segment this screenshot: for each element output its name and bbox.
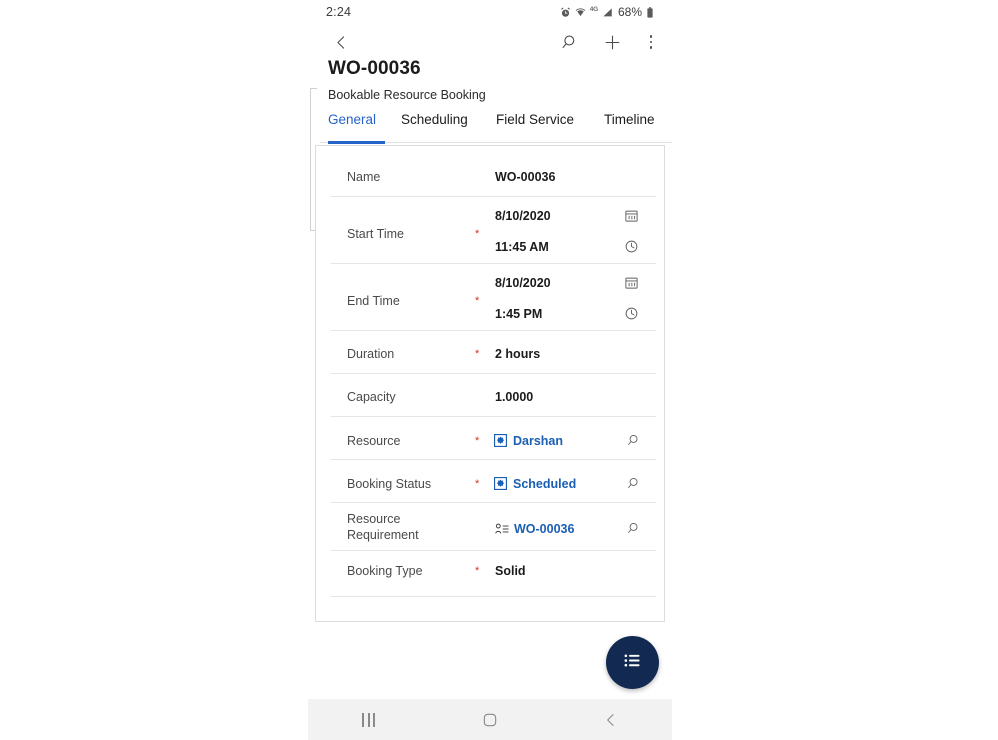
row-divider	[331, 596, 656, 597]
field-value-resource-requirement[interactable]: WO-00036	[514, 522, 574, 536]
list-menu-icon	[622, 650, 643, 676]
status-bar: 2:24 4G 68%	[308, 0, 672, 24]
tab-general[interactable]: General	[328, 112, 376, 142]
row-divider	[331, 502, 656, 503]
battery-percent: 68%	[617, 5, 642, 19]
field-value-duration: 2 hours	[495, 347, 541, 361]
clock-icon[interactable]	[624, 239, 639, 254]
field-label-end-time: End Time	[347, 294, 400, 308]
search-icon[interactable]	[627, 521, 642, 536]
tab-field-service[interactable]: Field Service	[496, 112, 574, 142]
field-label-resource-requirement-line1: Resource	[347, 512, 401, 526]
row-divider	[331, 416, 656, 417]
field-value-resource[interactable]: Darshan	[513, 434, 563, 448]
home-icon[interactable]	[460, 699, 520, 740]
requirement-icon	[495, 522, 509, 540]
field-label-booking-type: Booking Type	[347, 564, 423, 578]
search-icon[interactable]	[554, 26, 586, 58]
calendar-icon[interactable]	[624, 275, 639, 290]
status-time: 2:24	[326, 5, 352, 19]
app-bar	[308, 26, 672, 58]
required-indicator: *	[475, 478, 480, 490]
search-icon[interactable]	[627, 433, 642, 448]
overflow-menu-icon[interactable]	[635, 26, 667, 58]
search-icon[interactable]	[627, 476, 642, 491]
entity-name: Bookable Resource Booking	[328, 88, 486, 102]
android-nav-bar	[308, 699, 672, 740]
required-indicator: *	[475, 348, 480, 360]
field-label-booking-status: Booking Status	[347, 477, 432, 491]
required-indicator: *	[475, 228, 480, 240]
tab-scheduling[interactable]: Scheduling	[401, 112, 468, 142]
field-label-resource-requirement-line2: Requirement	[347, 528, 419, 542]
alarm-icon	[560, 7, 571, 18]
back-icon[interactable]	[581, 699, 641, 740]
field-value-start-time: 11:45 AM	[495, 240, 549, 254]
panel-edge	[310, 88, 317, 231]
wifi-icon	[575, 7, 586, 18]
row-divider	[331, 459, 656, 460]
page-title: WO-00036	[328, 58, 421, 79]
field-label-name: Name	[347, 170, 381, 184]
row-divider	[331, 373, 656, 374]
calendar-icon[interactable]	[624, 208, 639, 223]
entity-record-icon	[493, 433, 508, 452]
field-value-capacity: 1.0000	[495, 390, 534, 404]
row-divider	[331, 196, 656, 197]
field-label-capacity: Capacity	[347, 390, 396, 404]
field-value-booking-type: Solid	[495, 564, 526, 578]
status-icons: 4G 68%	[560, 5, 654, 19]
field-label-resource: Resource	[347, 434, 401, 448]
row-divider	[331, 330, 656, 331]
tab-bar: General Scheduling Field Service Timelin…	[308, 112, 672, 142]
back-chevron-icon[interactable]	[325, 26, 357, 58]
network-type-label: 4G	[589, 5, 598, 13]
phone-screen: 2:24 4G 68% WO-00036 Bookable Resource B…	[308, 0, 672, 740]
field-value-name: WO-00036	[495, 170, 556, 184]
clock-icon[interactable]	[624, 306, 639, 321]
field-value-end-date: 8/10/2020	[495, 276, 551, 290]
battery-icon	[646, 6, 654, 18]
plus-icon[interactable]	[596, 26, 628, 58]
tab-timeline[interactable]: Timeline	[604, 112, 655, 142]
recents-icon[interactable]	[339, 699, 399, 740]
row-divider	[331, 550, 656, 551]
field-value-start-date: 8/10/2020	[495, 209, 551, 223]
field-value-end-time: 1:45 PM	[495, 307, 543, 321]
entity-record-icon	[493, 476, 508, 495]
field-value-booking-status[interactable]: Scheduled	[513, 477, 576, 491]
field-label-duration: Duration	[347, 347, 395, 361]
active-tab-indicator	[328, 141, 385, 144]
required-indicator: *	[475, 295, 480, 307]
screenshot-canvas: 2:24 4G 68% WO-00036 Bookable Resource B…	[0, 0, 998, 740]
row-divider	[331, 263, 656, 264]
command-bar-fab[interactable]	[606, 636, 659, 689]
required-indicator: *	[475, 435, 480, 447]
form-card: Name WO-00036 Start Time * 8/10/2020 11:…	[315, 145, 665, 622]
required-indicator: *	[475, 565, 480, 577]
signal-icon	[602, 7, 613, 18]
field-label-start-time: Start Time	[347, 227, 404, 241]
